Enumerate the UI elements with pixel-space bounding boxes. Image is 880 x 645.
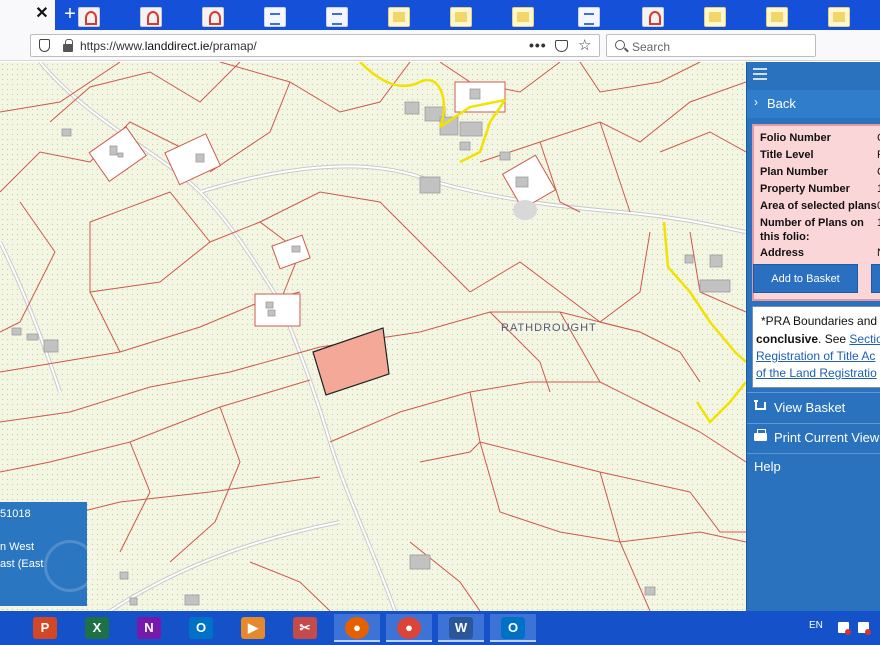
search-input[interactable]: Search	[606, 34, 816, 57]
chrome-icon: ●	[397, 617, 421, 639]
file-tab-icon[interactable]	[704, 7, 726, 27]
watermark-logo	[44, 540, 96, 592]
taskbar-onenote[interactable]: N	[126, 614, 172, 642]
taskbar-excel[interactable]: X	[74, 614, 120, 642]
taskbar-firefox[interactable]: ●	[334, 614, 380, 642]
help-button[interactable]: Help	[747, 453, 880, 481]
plans-count-label-2: this folio:	[760, 231, 810, 243]
taskbar-outlook-2[interactable]: O	[490, 614, 536, 642]
back-label: Back	[767, 96, 796, 111]
video-icon: ▶	[241, 617, 265, 639]
land-registration-link[interactable]: of the Land Registratio	[756, 366, 877, 380]
map-canvas[interactable]: RATHDROUGHT	[0, 62, 746, 611]
address-label: Address	[760, 247, 805, 259]
print-current-view-button[interactable]: Print Current View	[747, 424, 880, 452]
new-tab-button[interactable]: +	[60, 2, 80, 26]
document-tab-icon[interactable]	[326, 7, 348, 27]
divider	[747, 392, 880, 393]
navigation-bar: https://www.landdirect.ie/pramap/ ••• ☆ …	[0, 30, 880, 61]
pdf-tab-icon[interactable]	[642, 7, 664, 27]
search-placeholder: Search	[632, 40, 671, 54]
file-tab-icon[interactable]	[766, 7, 788, 27]
powerpoint-icon: P	[33, 617, 57, 639]
lock-icon[interactable]	[63, 39, 73, 52]
yellow-boundaries	[359, 62, 746, 424]
info-line-3: ast (East	[0, 558, 44, 570]
section-link[interactable]: Section	[849, 332, 880, 346]
shield-icon[interactable]	[39, 39, 50, 52]
help-label: Help	[754, 459, 781, 474]
file-tab-icon[interactable]	[512, 7, 534, 27]
title-level-label: Title Level	[760, 149, 814, 161]
language-indicator[interactable]: EN	[809, 620, 823, 631]
selected-parcel	[312, 327, 390, 396]
view-basket-button[interactable]: View Basket	[747, 394, 880, 422]
right-sidebar: › Back Folio Number C Title Level F Plan…	[746, 62, 880, 611]
page-actions-icon[interactable]: •••	[529, 37, 547, 53]
secondary-action-button[interactable]	[871, 264, 880, 293]
plan-number-label: Plan Number	[760, 166, 828, 178]
chevron-right-icon: ›	[754, 95, 758, 109]
townland-label: RATHDROUGHT	[501, 322, 597, 334]
word-icon: W	[449, 617, 473, 639]
map-layer	[0, 62, 746, 611]
house-plots	[88, 81, 557, 327]
plans-count-label: Number of Plans on	[760, 217, 864, 229]
pocket-icon[interactable]	[555, 40, 568, 52]
file-tab-icon[interactable]	[450, 7, 472, 27]
taskbar-snipping[interactable]: ✂	[282, 614, 328, 642]
snipping-tool-icon: ✂	[293, 617, 317, 639]
view-basket-label: View Basket	[774, 400, 846, 415]
folio-number-label: Folio Number	[760, 132, 831, 144]
taskbar-powerpoint[interactable]: P	[22, 614, 68, 642]
tray-up-arrow-icon[interactable]	[838, 622, 851, 635]
add-to-basket-button[interactable]: Add to Basket	[753, 264, 858, 293]
registration-act-link[interactable]: Registration of Title Ac	[756, 349, 875, 363]
outlook-icon: O	[189, 617, 213, 639]
notice-line-2: conclusive. See Section	[756, 332, 880, 346]
close-tab-icon[interactable]: ✕	[34, 5, 50, 23]
back-button[interactable]: › Back	[747, 90, 880, 118]
search-icon	[615, 40, 625, 50]
area-label: Area of selected plans	[760, 200, 877, 212]
pdf-tab-icon[interactable]	[78, 7, 100, 27]
notice-line-1: *PRA Boundaries and Pla	[761, 314, 880, 328]
address-bar[interactable]: https://www.landdirect.ie/pramap/ ••• ☆	[30, 34, 600, 57]
excel-icon: X	[85, 617, 109, 639]
pdf-tab-icon[interactable]	[202, 7, 224, 27]
pdf-tab-icon[interactable]	[140, 7, 162, 27]
onenote-icon: N	[137, 617, 161, 639]
windows-taskbar: P X N O ▶ ✂ ● ● W O EN	[0, 611, 880, 645]
print-view-label: Print Current View	[774, 430, 880, 445]
boundaries-notice: *PRA Boundaries and Pla conclusive. See …	[752, 306, 880, 388]
hamburger-menu-icon[interactable]	[753, 68, 767, 80]
outlook-icon: O	[501, 617, 525, 639]
basket-icon	[754, 400, 766, 410]
taskbar-outlook[interactable]: O	[178, 614, 224, 642]
tray-notification-icon[interactable]	[858, 622, 871, 635]
bookmark-star-icon[interactable]: ☆	[578, 36, 591, 54]
file-tab-icon[interactable]	[828, 7, 850, 27]
firefox-icon: ●	[345, 617, 369, 639]
property-number-label: Property Number	[760, 183, 850, 195]
taskbar-word[interactable]: W	[438, 614, 484, 642]
document-tab-icon[interactable]	[264, 7, 286, 27]
print-icon	[754, 429, 767, 441]
taskbar-video[interactable]: ▶	[230, 614, 276, 642]
tab-strip: ✕ +	[0, 0, 880, 30]
document-tab-icon[interactable]	[578, 7, 600, 27]
url-text[interactable]: https://www.landdirect.ie/pramap/	[80, 39, 257, 53]
file-tab-icon[interactable]	[388, 7, 410, 27]
taskbar-chrome[interactable]: ●	[386, 614, 432, 642]
pond-shape	[513, 200, 537, 220]
active-tab[interactable]: ✕	[0, 0, 55, 30]
info-line-1: 51018	[0, 508, 31, 520]
info-line-2: n West	[0, 541, 35, 553]
